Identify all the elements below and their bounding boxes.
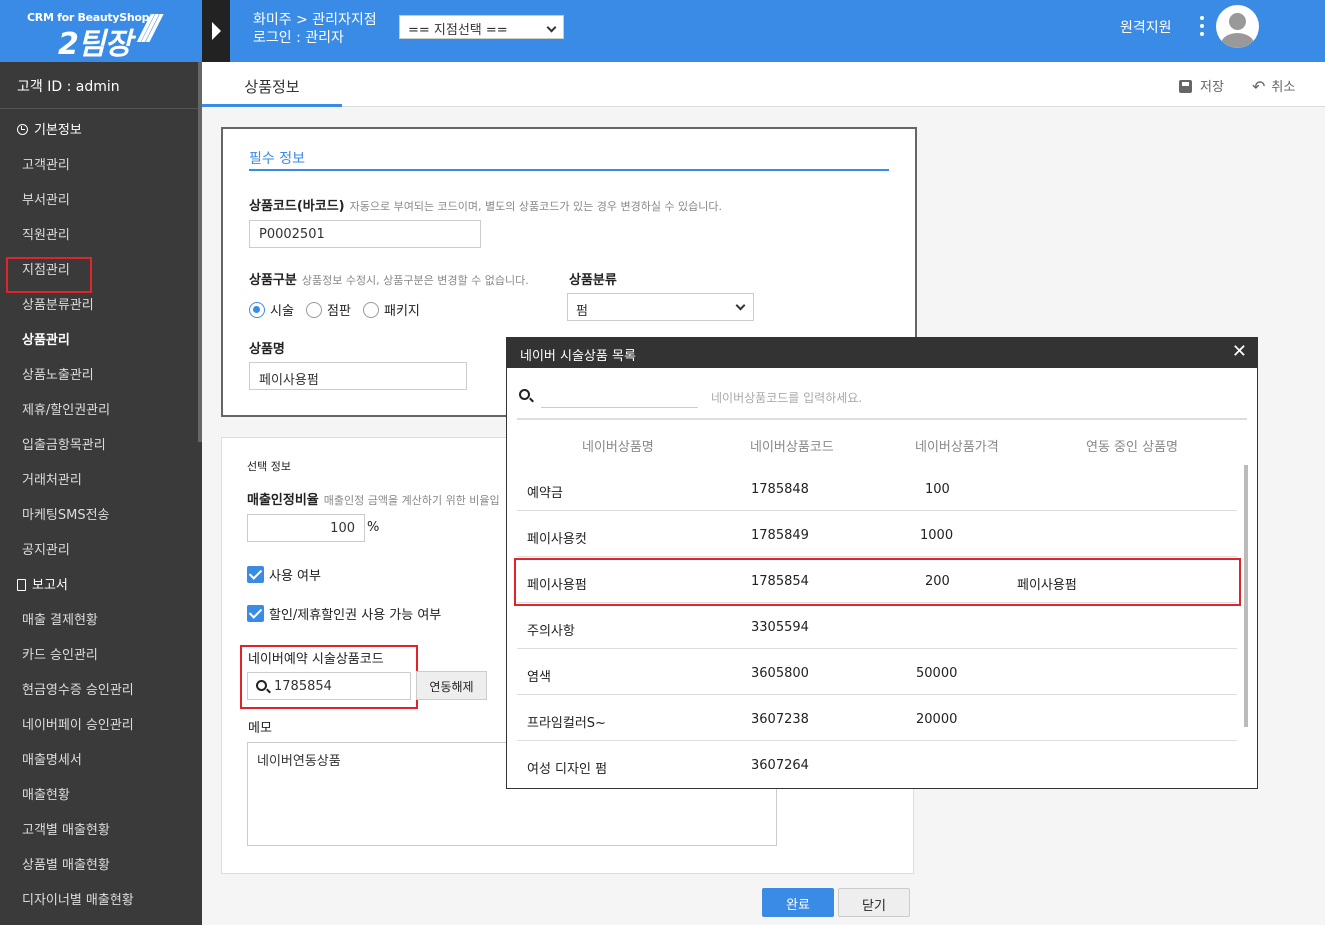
sidebar-item-cash-receipt[interactable]: 현금영수증 승인관리 [22, 679, 134, 698]
sidebar-item-departments[interactable]: 부서관리 [22, 189, 70, 208]
sidebar-item-customer-sales[interactable]: 고객별 매출현황 [22, 819, 110, 838]
save-button[interactable]: 저장 [1179, 76, 1224, 95]
table-row[interactable]: 주의사항 3305594 [517, 603, 1237, 649]
optional-info-title: 선택 정보 [247, 460, 291, 473]
sidebar-item-sales-status[interactable]: 매출현황 [22, 784, 70, 803]
col-naver-name: 네이버상품명 [582, 440, 654, 455]
sidebar-item-sales-statement[interactable]: 매출명세서 [22, 749, 82, 768]
sidebar-item-card-approval[interactable]: 카드 승인관리 [22, 644, 98, 663]
col-linked-name: 연동 중인 상품명 [1086, 440, 1178, 455]
modal-search-placeholder: 네이버상품코드를 입력하세요. [711, 391, 863, 405]
search-icon [519, 389, 530, 400]
table-row[interactable]: 예약금 1785848 100 [517, 465, 1237, 511]
branch-select-value: == 지점선택 == [408, 23, 508, 38]
table-row[interactable]: 염색 3605800 50000 [517, 649, 1237, 695]
sidebar-section-basic[interactable]: 기본정보 [17, 119, 82, 138]
ratio-unit: % [367, 520, 380, 535]
sidebar: 고객 ID : admin 기본정보 고객관리 부서관리 직원관리 지점관리 상… [0, 62, 202, 925]
sales-ratio-input[interactable]: 100 [247, 514, 365, 542]
required-info-title: 필수 정보 [249, 151, 305, 167]
login-user: 로그인 : 관리자 [253, 30, 344, 46]
sidebar-item-cash-items[interactable]: 입출금항목관리 [22, 434, 106, 453]
sidebar-item-staff[interactable]: 직원관리 [22, 224, 70, 243]
sidebar-item-naverpay[interactable]: 네이버페이 승인관리 [22, 714, 134, 733]
modal-search-input[interactable] [541, 407, 698, 408]
sidebar-item-product-exposure[interactable]: 상품노출관리 [22, 364, 94, 383]
product-category-select[interactable]: 펌 [567, 293, 754, 321]
complete-button[interactable]: 완료 [762, 888, 834, 917]
table-row[interactable]: 여성 디자인 펌 3607264 [517, 741, 1237, 777]
avatar[interactable] [1216, 5, 1259, 48]
sidebar-section-report[interactable]: 보고서 [17, 574, 68, 593]
sidebar-item-payment-status[interactable]: 매출 결제현황 [22, 609, 98, 628]
product-code-label: 상품코드(바코드) 자동으로 부여되는 코드이며, 별도의 상품코드가 있는 경우… [249, 199, 723, 214]
product-name-input[interactable]: 페이사용펌 [249, 362, 467, 390]
sidebar-toggle-button[interactable] [202, 0, 230, 62]
modal-divider [517, 418, 1247, 420]
sidebar-item-products[interactable]: 상품관리 [22, 329, 70, 348]
more-menu-icon[interactable] [1196, 16, 1208, 40]
modal-title: 네이버 시술상품 목록 [520, 349, 636, 364]
top-header: CRM for BeautyShop 2팀장 /// 화미주 > 관리자지점 로… [0, 0, 1325, 62]
sidebar-item-coupons[interactable]: 제휴/할인권관리 [22, 399, 110, 418]
sidebar-item-customers[interactable]: 고객관리 [22, 154, 70, 173]
discount-checkbox[interactable]: 할인/제휴할인권 사용 가능 여부 [247, 604, 441, 623]
unlink-button[interactable]: 연동해제 [416, 671, 487, 700]
radio-empty-icon [306, 302, 322, 318]
naver-code-highlight [240, 645, 418, 709]
arrow-right-icon [212, 22, 221, 40]
checkbox-checked-icon [247, 605, 264, 622]
use-checkbox[interactable]: 사용 여부 [247, 565, 321, 584]
logo-title: 2팀장 [58, 27, 132, 62]
modal-table-body: 예약금 1785848 100 페이사용컷 1785849 1000 페이사용펌 1785… [517, 465, 1247, 777]
clock-icon [17, 124, 28, 135]
save-icon [1179, 80, 1192, 93]
close-button[interactable]: 닫기 [838, 888, 910, 917]
logo-slash-icon: /// [140, 8, 161, 48]
clipboard-icon [17, 579, 26, 591]
sales-ratio-label: 매출인정비율 매출인정 금액을 계산하기 위한 비율입 [247, 493, 500, 508]
radio-package[interactable]: 패키지 [363, 300, 420, 319]
sidebar-active-highlight [6, 257, 92, 293]
product-name-label: 상품명 [249, 342, 285, 357]
chevron-down-icon [546, 22, 557, 33]
app-logo[interactable]: CRM for BeautyShop 2팀장 /// [0, 0, 202, 62]
tab-product-info[interactable]: 상품정보 [202, 62, 342, 107]
radio-retail[interactable]: 점판 [306, 300, 351, 319]
memo-label: 메모 [248, 721, 272, 736]
chevron-down-icon [735, 300, 746, 311]
sidebar-item-product-sales[interactable]: 상품별 매출현황 [22, 854, 110, 873]
sidebar-item-designer-sales[interactable]: 디자이너별 매출현황 [22, 889, 134, 908]
branch-path: 화미주 > 관리자지점 [253, 12, 377, 28]
product-type-label: 상품구분 상품정보 수정시, 상품구분은 변경할 수 없습니다. [249, 273, 529, 288]
table-row[interactable]: 페이사용컷 1785849 1000 [517, 511, 1237, 557]
radio-empty-icon [363, 302, 379, 318]
product-code-input[interactable]: P0002501 [249, 220, 481, 248]
customer-id: 고객 ID : admin [0, 62, 198, 109]
branch-info: 화미주 > 관리자지점 로그인 : 관리자 [253, 11, 377, 47]
table-row[interactable]: 프라임컬러S~ 3607238 20000 [517, 695, 1237, 741]
section-divider [249, 169, 889, 171]
tab-bar: 상품정보 저장 ↶ 취소 [202, 62, 1325, 107]
close-icon[interactable]: ✕ [1232, 341, 1247, 362]
radio-checked-icon [249, 302, 265, 318]
sidebar-item-sms[interactable]: 마케팅SMS전송 [22, 504, 110, 523]
col-naver-code: 네이버상품코드 [750, 440, 834, 455]
radio-treatment[interactable]: 시술 [249, 300, 294, 319]
modal-scrollbar[interactable] [1244, 465, 1248, 727]
undo-icon: ↶ [1252, 77, 1266, 96]
branch-select[interactable]: == 지점선택 == [399, 15, 564, 39]
sidebar-item-notices[interactable]: 공지관리 [22, 539, 70, 558]
product-category-label: 상품분류 [569, 273, 617, 288]
cancel-button[interactable]: ↶ 취소 [1252, 76, 1295, 96]
col-naver-price: 네이버상품가격 [915, 440, 999, 455]
sidebar-item-product-categories[interactable]: 상품분류관리 [22, 294, 94, 313]
checkbox-checked-icon [247, 566, 264, 583]
selected-row-highlight [514, 558, 1241, 606]
modal-header: 네이버 시술상품 목록 ✕ [507, 338, 1257, 368]
sidebar-item-vendors[interactable]: 거래처관리 [22, 469, 82, 488]
remote-support-link[interactable]: 원격지원 [1120, 17, 1172, 37]
